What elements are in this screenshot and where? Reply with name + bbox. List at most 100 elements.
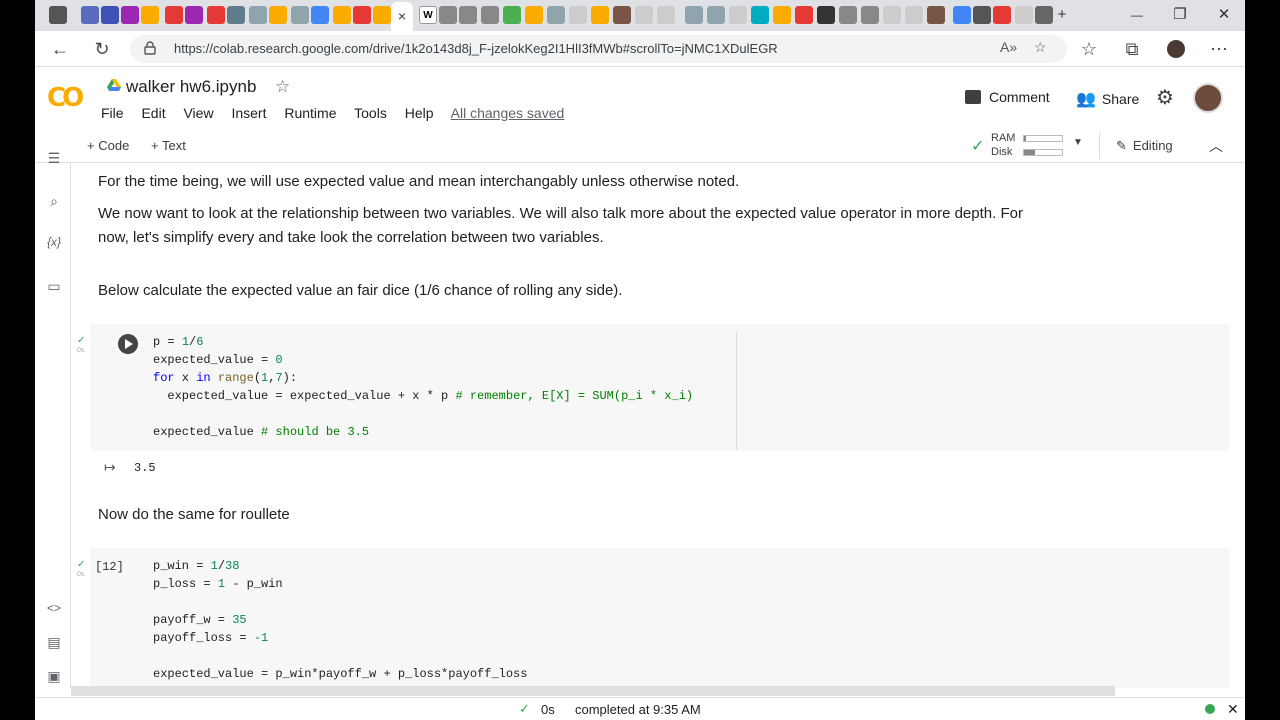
- comment-button[interactable]: Comment: [965, 89, 1050, 105]
- tab-favicon[interactable]: [291, 6, 309, 24]
- tab-favicon[interactable]: [1015, 6, 1033, 24]
- tab-favicon[interactable]: [459, 6, 477, 24]
- save-status[interactable]: All changes saved: [451, 105, 565, 121]
- tab-favicon[interactable]: [773, 6, 791, 24]
- menu-runtime[interactable]: Runtime: [284, 105, 336, 121]
- tab-favicon[interactable]: [503, 6, 521, 24]
- toc-icon[interactable]: ☰: [45, 150, 63, 168]
- tab-favicon[interactable]: [635, 6, 653, 24]
- minimize-button[interactable]: —: [1120, 4, 1154, 26]
- read-aloud-icon[interactable]: A»: [1000, 39, 1017, 55]
- run-cell-button[interactable]: [118, 334, 138, 354]
- notebook-title[interactable]: walker hw6.ipynb: [126, 77, 256, 97]
- share-button[interactable]: 👥 Share: [1076, 89, 1139, 109]
- new-tab-button[interactable]: +: [1045, 4, 1079, 26]
- tab-favicon[interactable]: [569, 6, 587, 24]
- tab-favicon[interactable]: [207, 6, 225, 24]
- gear-icon[interactable]: ⚙: [1156, 85, 1174, 110]
- tab-favicon[interactable]: [613, 6, 631, 24]
- menu-help[interactable]: Help: [405, 105, 434, 121]
- restore-button[interactable]: ❐: [1163, 4, 1197, 26]
- tab-favicon[interactable]: [101, 6, 119, 24]
- menu-edit[interactable]: Edit: [141, 105, 165, 121]
- tab-favicon[interactable]: [373, 6, 391, 24]
- tab-favicon[interactable]: [707, 6, 725, 24]
- menu-insert[interactable]: Insert: [231, 105, 266, 121]
- url-text[interactable]: https://colab.research.google.com/drive/…: [174, 41, 778, 56]
- tab-favicon[interactable]: [311, 6, 329, 24]
- tab-favicon[interactable]: [269, 6, 287, 24]
- star-icon[interactable]: ☆: [275, 77, 290, 97]
- resource-monitor[interactable]: RAM Disk: [991, 131, 1015, 159]
- menu-file[interactable]: File: [101, 105, 124, 121]
- lock-icon: [144, 41, 156, 55]
- chevron-up-icon[interactable]: ︿: [1209, 136, 1223, 156]
- avatar[interactable]: [1193, 83, 1223, 113]
- tab-favicon[interactable]: [751, 6, 769, 24]
- tab-favicon[interactable]: [121, 6, 139, 24]
- code-snippets-icon[interactable]: <>: [45, 601, 63, 619]
- favorite-add-icon[interactable]: ☆: [1034, 39, 1047, 56]
- tab-favicon[interactable]: [927, 6, 945, 24]
- tab-favicon[interactable]: [817, 6, 835, 24]
- tab-favicon[interactable]: [547, 6, 565, 24]
- tab-favicon[interactable]: [185, 6, 203, 24]
- editing-button[interactable]: ✎ Editing: [1116, 138, 1173, 154]
- search-icon[interactable]: ⌕: [45, 193, 63, 211]
- back-arrow-icon[interactable]: ←: [46, 37, 74, 61]
- add-code-button[interactable]: + Code: [87, 138, 129, 153]
- tab-favicon[interactable]: [685, 6, 703, 24]
- tab-sidebar-icon[interactable]: [49, 6, 67, 24]
- tab-favicon[interactable]: [165, 6, 183, 24]
- tab-favicon[interactable]: [883, 6, 901, 24]
- tab-favicon[interactable]: [439, 6, 457, 24]
- terminal-icon[interactable]: ▣: [45, 668, 63, 686]
- tab-favicon[interactable]: [481, 6, 499, 24]
- output-icon[interactable]: ↦: [104, 459, 116, 476]
- tab-favicon[interactable]: [141, 6, 159, 24]
- reload-icon[interactable]: ↻: [88, 37, 116, 61]
- tab-favicon[interactable]: [953, 6, 971, 24]
- code-editor[interactable]: p = 1/6 expected_value = 0 for x in rang…: [153, 333, 693, 441]
- add-text-button[interactable]: + Text: [151, 138, 186, 153]
- variables-icon[interactable]: {x}: [45, 235, 63, 253]
- folder-icon[interactable]: ▭: [45, 278, 63, 296]
- chevron-down-icon[interactable]: ▼: [1073, 137, 1083, 148]
- horizontal-scrollbar[interactable]: [71, 686, 1115, 696]
- collections-icon[interactable]: ⧉: [1118, 37, 1146, 61]
- menu-tools[interactable]: Tools: [354, 105, 387, 121]
- favorites-icon[interactable]: ☆: [1075, 37, 1103, 61]
- tab-favicon[interactable]: [227, 6, 245, 24]
- active-tab[interactable]: ×: [391, 2, 413, 31]
- code-cell[interactable]: [12] p_win = 1/38 p_loss = 1 - p_win pay…: [90, 548, 1229, 688]
- close-status-icon[interactable]: ✕: [1227, 701, 1239, 718]
- tab-favicon[interactable]: [905, 6, 923, 24]
- tab-favicon[interactable]: [591, 6, 609, 24]
- menu-view[interactable]: View: [183, 105, 213, 121]
- tab-favicon[interactable]: [333, 6, 351, 24]
- tab-favicon[interactable]: [795, 6, 813, 24]
- tab-favicon[interactable]: [353, 6, 371, 24]
- menu-bar: File Edit View Insert Runtime Tools Help…: [101, 105, 578, 121]
- tab-favicon[interactable]: [993, 6, 1011, 24]
- colab-logo[interactable]: CO: [47, 83, 84, 113]
- command-palette-icon[interactable]: ▤: [45, 634, 63, 652]
- tab-favicon[interactable]: [839, 6, 857, 24]
- tab-favicon[interactable]: [249, 6, 267, 24]
- more-menu-icon[interactable]: ⋯: [1205, 37, 1233, 61]
- window-close-button[interactable]: ✕: [1207, 4, 1241, 26]
- tab-wikipedia-icon[interactable]: W: [419, 6, 437, 24]
- tab-favicon[interactable]: [657, 6, 675, 24]
- tab-favicon[interactable]: [861, 6, 879, 24]
- tab-close-icon[interactable]: ×: [398, 8, 406, 24]
- address-bar[interactable]: https://colab.research.google.com/drive/…: [130, 35, 1067, 63]
- tab-favicon[interactable]: [81, 6, 99, 24]
- tab-favicon[interactable]: [525, 6, 543, 24]
- profile-icon[interactable]: [1162, 37, 1190, 61]
- ram-fill: [1024, 136, 1026, 141]
- tab-favicon[interactable]: [973, 6, 991, 24]
- code-editor[interactable]: p_win = 1/38 p_loss = 1 - p_win payoff_w…: [153, 557, 527, 683]
- tab-favicon[interactable]: [729, 6, 747, 24]
- code-cell[interactable]: p = 1/6 expected_value = 0 for x in rang…: [90, 324, 1229, 451]
- editing-label: Editing: [1132, 138, 1173, 153]
